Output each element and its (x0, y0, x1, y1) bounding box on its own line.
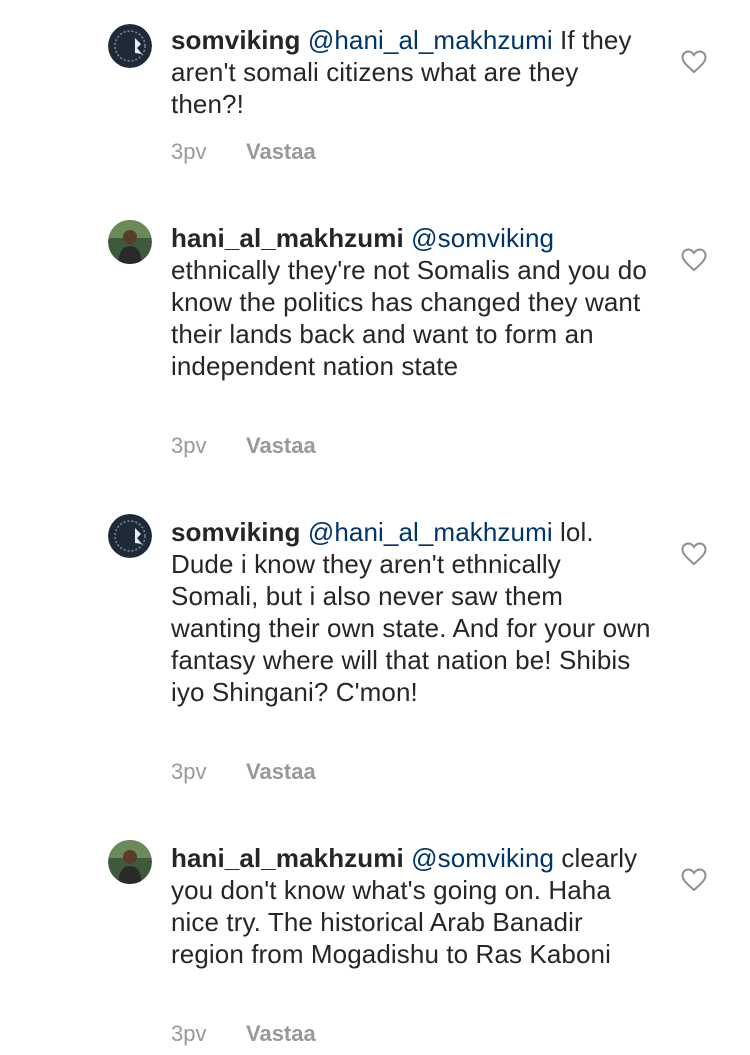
reply-button[interactable]: Vastaa (246, 1021, 316, 1047)
heart-outline-icon[interactable] (681, 248, 707, 272)
comment-mention[interactable]: @hani_al_makhzumi (308, 517, 553, 547)
heart-outline-icon[interactable] (681, 50, 707, 74)
reply-button[interactable]: Vastaa (246, 433, 316, 459)
heart-outline-icon[interactable] (681, 868, 707, 892)
comment-mention[interactable]: @somviking (411, 223, 554, 253)
heart-outline-icon[interactable] (681, 542, 707, 566)
comment-timestamp: 3pv (171, 759, 207, 784)
comment-username[interactable]: hani_al_makhzumi (171, 223, 404, 253)
avatar[interactable] (108, 24, 152, 68)
reply-button[interactable]: Vastaa (246, 759, 316, 785)
comment-username[interactable]: somviking (171, 25, 301, 55)
comment-text: ethnically they're not Somalis and you d… (171, 255, 647, 381)
comment-timestamp: 3pv (171, 433, 207, 458)
comment-mention[interactable]: @somviking (411, 843, 554, 873)
comment-username[interactable]: somviking (171, 517, 301, 547)
comment-timestamp: 3pv (171, 139, 207, 164)
comment-mention[interactable]: @hani_al_makhzumi (308, 25, 553, 55)
comment-username[interactable]: hani_al_makhzumi (171, 843, 404, 873)
avatar[interactable] (108, 514, 152, 558)
avatar[interactable] (108, 840, 152, 884)
avatar[interactable] (108, 220, 152, 264)
reply-button[interactable]: Vastaa (246, 139, 316, 165)
comment-timestamp: 3pv (171, 1021, 207, 1046)
